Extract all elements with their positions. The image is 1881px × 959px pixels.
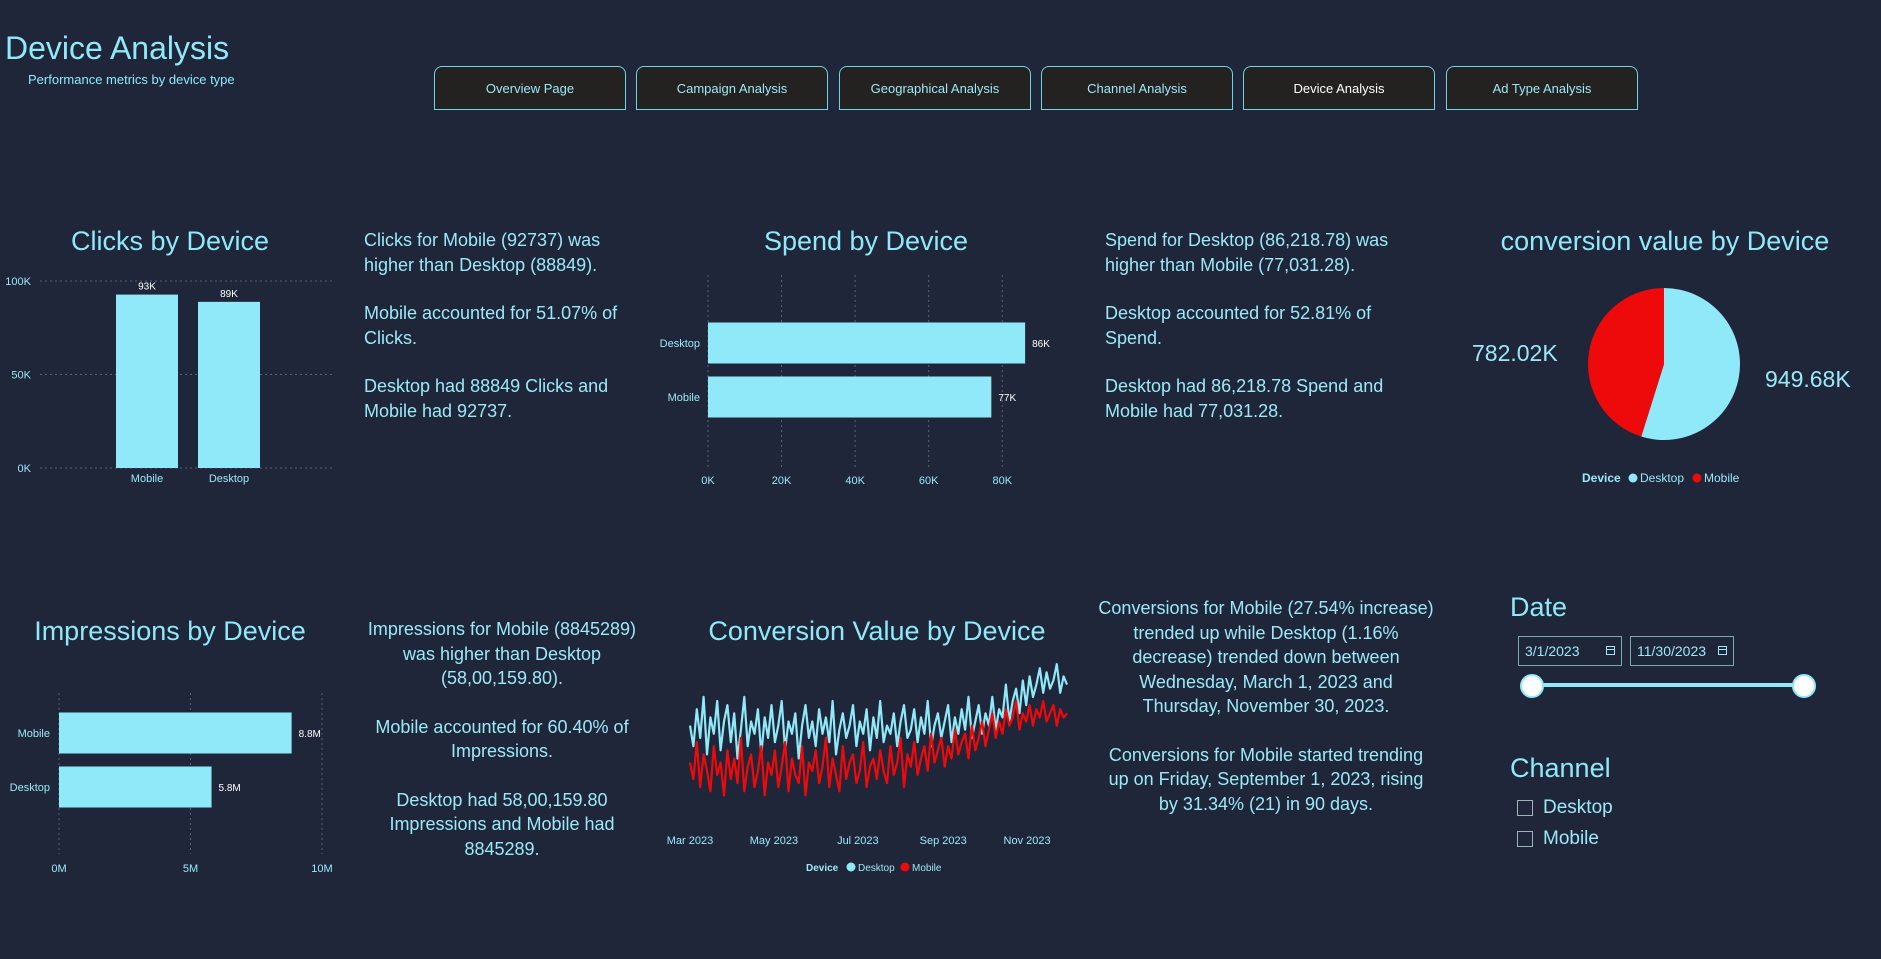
impressions-narrative-line: Impressions for Mobile (8845289) was hig… bbox=[367, 619, 637, 688]
channel-option-label: Mobile bbox=[1543, 828, 1599, 849]
clicks-narrative-line: Clicks for Mobile (92737) was higher tha… bbox=[364, 230, 601, 275]
legend-title: Device bbox=[1582, 471, 1621, 485]
page-title: Device Analysis bbox=[5, 30, 230, 66]
y-tick-label: 50K bbox=[11, 370, 31, 382]
series-line bbox=[688, 662, 1069, 760]
y-tick-label: 0K bbox=[18, 463, 32, 475]
channel-option-label: Desktop bbox=[1543, 797, 1613, 818]
legend-marker bbox=[846, 862, 856, 872]
spend-narrative-line: Spend for Desktop (86,218.78) was higher… bbox=[1105, 230, 1389, 275]
clicks-narrative: Clicks for Mobile (92737) was higher tha… bbox=[364, 228, 634, 447]
bar bbox=[708, 376, 992, 418]
bar bbox=[59, 712, 292, 754]
x-tick-label: Mobile bbox=[131, 473, 163, 485]
date-slider-end-handle[interactable] bbox=[1792, 674, 1816, 698]
impressions-chart-title: Impressions by Device bbox=[34, 616, 306, 646]
impressions-narrative: Impressions for Mobile (8845289) was hig… bbox=[364, 617, 640, 885]
x-tick-label: 0M bbox=[51, 863, 66, 875]
conversion-value-line-chart: Mar 2023 May 2023 Jul 2023 Sep 2023 Nov 2023… bbox=[667, 662, 1069, 874]
date-start-input[interactable]: 3/1/2023 bbox=[1518, 636, 1622, 666]
bar bbox=[116, 294, 178, 468]
x-tick-label: 60K bbox=[919, 475, 939, 487]
conversions-narrative-line: Conversions for Mobile (27.54% increase)… bbox=[1098, 598, 1434, 716]
legend-marker bbox=[900, 862, 910, 872]
bar bbox=[59, 766, 212, 808]
x-tick-label: 40K bbox=[845, 475, 865, 487]
x-tick-label: May 2023 bbox=[750, 835, 798, 847]
data-label: 949.68K bbox=[1765, 366, 1851, 392]
spend-narrative-line: Desktop had 86,218.78 Spend and Mobile h… bbox=[1105, 376, 1384, 421]
calendar-icon[interactable] bbox=[1606, 646, 1615, 655]
data-label: 86K bbox=[1032, 339, 1050, 350]
date-filter-title: Date bbox=[1510, 592, 1568, 622]
y-tick-label: Mobile bbox=[668, 392, 700, 404]
spend-chart-title: Spend by Device bbox=[763, 226, 969, 256]
channel-filter-title: Channel bbox=[1510, 753, 1611, 783]
legend-label: Mobile bbox=[912, 863, 942, 874]
legend-marker bbox=[1692, 473, 1702, 483]
page-subtitle: Performance metrics by device type bbox=[28, 72, 235, 87]
date-end-input[interactable]: 11/30/2023 bbox=[1630, 636, 1734, 666]
bar bbox=[708, 322, 1026, 364]
x-tick-label: 20K bbox=[772, 475, 792, 487]
conversion-value-pie-chart: 949.68K 782.02K Device Desktop Mobile bbox=[1472, 288, 1851, 485]
impressions-narrative-line: Desktop had 58,00,159.80 Impressions and… bbox=[389, 789, 615, 859]
nav-ad-type-analysis[interactable]: Ad Type Analysis bbox=[1446, 66, 1638, 110]
bar bbox=[198, 301, 260, 468]
clicks-narrative-line: Desktop had 88849 Clicks and Mobile had … bbox=[364, 376, 609, 421]
x-tick-label: 0K bbox=[701, 475, 715, 487]
y-tick-label: Desktop bbox=[660, 338, 700, 350]
legend-label: Mobile bbox=[1704, 471, 1740, 485]
date-start-value: 3/1/2023 bbox=[1525, 643, 1580, 659]
impressions-by-device-chart: 0M 5M 10M 8.8M Mobile 5.8M Desktop bbox=[10, 693, 333, 875]
x-tick-label: Nov 2023 bbox=[1004, 835, 1051, 847]
spend-narrative-line: Desktop accounted for 52.81% of Spend. bbox=[1105, 303, 1372, 348]
nav-campaign-analysis[interactable]: Campaign Analysis bbox=[636, 66, 828, 110]
nav-channel-analysis[interactable]: Channel Analysis bbox=[1041, 66, 1233, 110]
clicks-by-device-chart: 0K 50K 100K 93K Mobile 89K Desktop bbox=[5, 276, 335, 485]
checkbox[interactable] bbox=[1517, 831, 1533, 847]
data-label: 5.8M bbox=[219, 783, 241, 794]
calendar-icon[interactable] bbox=[1718, 646, 1727, 655]
conversions-narrative-line: Conversions for Mobile started trending … bbox=[1108, 744, 1424, 814]
spend-by-device-chart: 0K 20K 40K 60K 80K 86K Desktop 77K Mobile bbox=[660, 275, 1050, 487]
x-tick-label: Mar 2023 bbox=[667, 835, 713, 847]
date-slider-start-handle[interactable] bbox=[1520, 674, 1544, 698]
spend-narrative: Spend for Desktop (86,218.78) was higher… bbox=[1105, 228, 1395, 447]
legend-title: Device bbox=[806, 863, 839, 874]
legend-marker bbox=[1628, 473, 1638, 483]
impressions-narrative-line: Mobile accounted for 60.40% of Impressio… bbox=[375, 716, 629, 762]
conversions-narrative: Conversions for Mobile (27.54% increase)… bbox=[1098, 596, 1434, 840]
data-label: 89K bbox=[220, 289, 238, 300]
date-slider-track[interactable] bbox=[1532, 683, 1804, 687]
nav-overview-page[interactable]: Overview Page bbox=[434, 66, 626, 110]
x-tick-label: Sep 2023 bbox=[920, 835, 967, 847]
x-tick-label: 5M bbox=[183, 863, 198, 875]
channel-option-mobile[interactable]: Mobile bbox=[1517, 828, 1599, 850]
y-tick-label: Mobile bbox=[18, 728, 50, 740]
clicks-narrative-line: Mobile accounted for 51.07% of Clicks. bbox=[364, 303, 618, 348]
nav-device-analysis[interactable]: Device Analysis bbox=[1243, 66, 1435, 110]
nav-geographical-analysis[interactable]: Geographical Analysis bbox=[839, 66, 1031, 110]
channel-option-desktop[interactable]: Desktop bbox=[1517, 797, 1613, 819]
clicks-chart-title: Clicks by Device bbox=[70, 226, 270, 256]
data-label: 93K bbox=[138, 282, 156, 293]
line-chart-title: Conversion Value by Device bbox=[708, 616, 1046, 646]
date-end-value: 11/30/2023 bbox=[1637, 643, 1707, 659]
legend-label: Desktop bbox=[1640, 471, 1684, 485]
legend-label: Desktop bbox=[858, 863, 895, 874]
data-label: 77K bbox=[998, 393, 1016, 404]
x-tick-label: Desktop bbox=[209, 473, 249, 485]
data-label: 8.8M bbox=[299, 729, 321, 740]
x-tick-label: 10M bbox=[311, 863, 332, 875]
x-tick-label: Jul 2023 bbox=[837, 835, 879, 847]
checkbox[interactable] bbox=[1517, 800, 1533, 816]
x-tick-label: 80K bbox=[992, 475, 1012, 487]
data-label: 782.02K bbox=[1472, 340, 1558, 366]
pie-chart-title: conversion value by Device bbox=[1500, 226, 1830, 256]
y-tick-label: Desktop bbox=[10, 782, 50, 794]
y-tick-label: 100K bbox=[5, 276, 31, 288]
